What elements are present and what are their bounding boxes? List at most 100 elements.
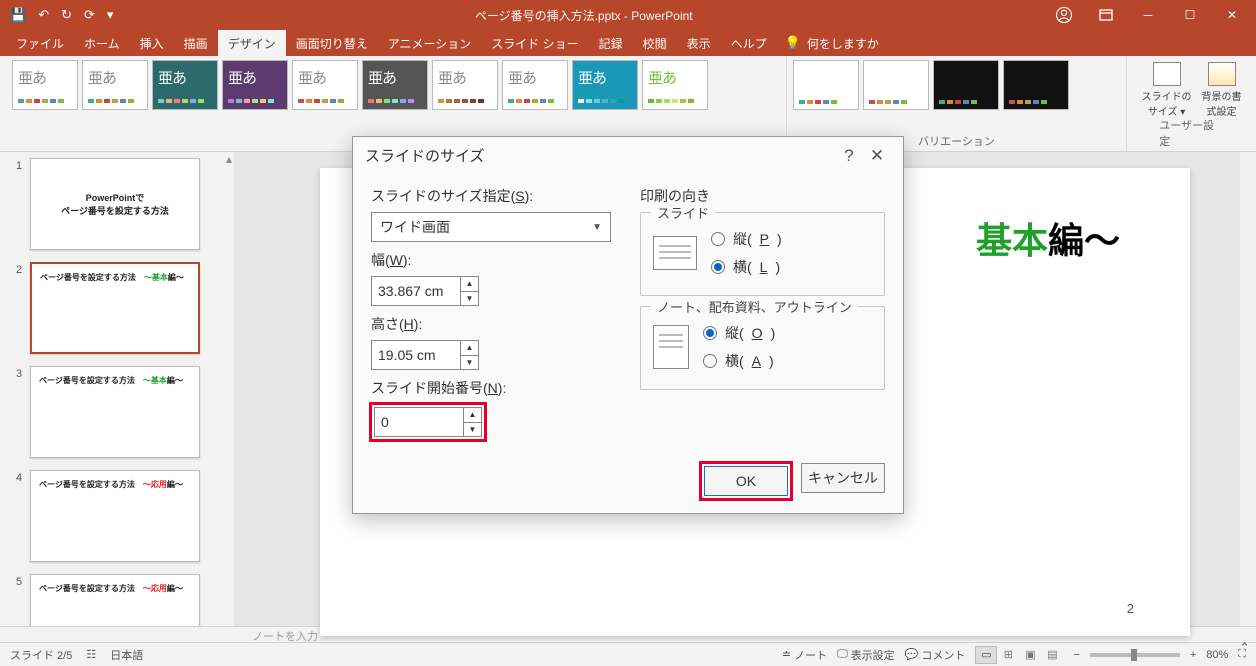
slide-thumbnail-panel: ▴ 1 PowerPointでページ番号を設定する方法 2 ページ番号を設定する…	[0, 152, 234, 626]
format-background-button[interactable]: 背景の書 式設定	[1202, 62, 1242, 118]
thumb-number: 5	[16, 574, 30, 588]
tell-me-label: 何をしますか	[807, 35, 879, 52]
spin-up-icon[interactable]: ▲	[461, 341, 478, 356]
tab-view[interactable]: 表示	[677, 30, 721, 57]
slide-thumbnail-4[interactable]: ページ番号を設定する方法 〜応用編〜	[30, 470, 200, 562]
slide-thumbnail-5[interactable]: ページ番号を設定する方法 〜応用編〜	[30, 574, 200, 626]
maximize-button[interactable]: ☐	[1170, 1, 1210, 29]
tab-home[interactable]: ホーム	[74, 30, 130, 57]
slide-page-number: 2	[1127, 601, 1134, 616]
dialog-close-button[interactable]: ✕	[863, 146, 891, 166]
tab-record[interactable]: 記録	[589, 30, 633, 57]
display-settings-button[interactable]: 🖵 表示設定	[837, 647, 895, 663]
theme-tile[interactable]: 亜あ	[152, 60, 218, 110]
variation-tile[interactable]	[793, 60, 859, 110]
slide-title-fragment: 基本編〜	[976, 212, 1120, 264]
collapse-ribbon-icon[interactable]: ⌃	[1239, 640, 1250, 656]
spin-down-icon[interactable]: ▼	[461, 292, 478, 306]
notes-button[interactable]: ≐ ノート	[782, 647, 827, 663]
ribbon-display-icon[interactable]	[1086, 1, 1126, 29]
tab-file[interactable]: ファイル	[6, 30, 74, 57]
tell-me[interactable]: 💡 何をしますか	[785, 35, 879, 52]
zoom-out-button[interactable]: −	[1073, 649, 1079, 661]
start-number-spinbox[interactable]: 0▲▼	[374, 407, 482, 437]
thumb-number: 4	[16, 470, 30, 484]
minimize-button[interactable]: ─	[1128, 1, 1168, 29]
size-combobox[interactable]: ワイド画面▼	[371, 212, 611, 242]
width-spinbox[interactable]: 33.867 cm▲▼	[371, 276, 479, 306]
slide-size-icon	[1153, 62, 1181, 86]
slide-group-label: スライド	[651, 203, 715, 222]
zoom-slider[interactable]	[1090, 653, 1180, 657]
window-title: ページ番号の挿入方法.pptx - PowerPoint	[123, 7, 1044, 24]
notes-portrait-radio[interactable]: 縦(O)	[703, 323, 775, 343]
cancel-button[interactable]: キャンセル	[801, 463, 885, 493]
window-controls: ─ ☐ ✕	[1044, 1, 1256, 29]
spin-down-icon[interactable]: ▼	[461, 356, 478, 370]
height-spinbox[interactable]: 19.05 cm▲▼	[371, 340, 479, 370]
slide-size-button[interactable]: スライドの サイズ ▾	[1142, 62, 1192, 118]
spin-down-icon[interactable]: ▼	[464, 423, 481, 437]
chevron-down-icon: ▼	[592, 222, 602, 233]
slide-thumbnail-3[interactable]: ページ番号を設定する方法 〜基本編〜	[30, 366, 200, 458]
tab-review[interactable]: 校閲	[633, 30, 677, 57]
zoom-in-button[interactable]: +	[1190, 649, 1196, 661]
theme-tile[interactable]: 亜あ	[292, 60, 358, 110]
vertical-scrollbar[interactable]	[1240, 152, 1256, 626]
redo-icon[interactable]: ↻	[61, 7, 72, 23]
user-settings-label: ユーザー設定	[1159, 117, 1224, 149]
height-label: 高さ(H):	[371, 314, 616, 334]
comments-button[interactable]: 💬 コメント	[905, 647, 966, 663]
theme-tile[interactable]: 亜あ	[362, 60, 428, 110]
theme-tile[interactable]: 亜あ	[642, 60, 708, 110]
tab-design[interactable]: デザイン	[218, 30, 286, 57]
slide-portrait-radio[interactable]: 縦(P)	[711, 229, 782, 249]
close-button[interactable]: ✕	[1212, 1, 1252, 29]
variation-tile[interactable]	[1003, 60, 1069, 110]
notes-group-label: ノート、配布資料、アウトライン	[651, 297, 858, 316]
variation-tile[interactable]	[933, 60, 999, 110]
theme-tile[interactable]: 亜あ	[432, 60, 498, 110]
scroll-up-icon[interactable]: ▴	[226, 152, 232, 166]
page-portrait-icon	[653, 325, 689, 369]
sorter-view-button[interactable]: ⊞	[997, 646, 1019, 664]
dialog-titlebar: スライドのサイズ ? ✕	[353, 137, 903, 174]
theme-tile[interactable]: 亜あ	[222, 60, 288, 110]
tab-transitions[interactable]: 画面切り替え	[286, 30, 378, 57]
normal-view-button[interactable]: ▭	[975, 646, 997, 664]
notes-landscape-radio[interactable]: 横(A)	[703, 351, 775, 371]
ok-button[interactable]: OK	[704, 466, 788, 496]
spin-up-icon[interactable]: ▲	[461, 277, 478, 292]
tab-animations[interactable]: アニメーション	[378, 30, 482, 57]
tab-draw[interactable]: 描画	[174, 30, 218, 57]
accessibility-icon[interactable]: ☷	[86, 648, 96, 661]
account-icon[interactable]	[1044, 1, 1084, 29]
tab-insert[interactable]: 挿入	[130, 30, 174, 57]
tab-slideshow[interactable]: スライド ショー	[481, 30, 588, 57]
undo-icon[interactable]: ↶	[38, 7, 49, 23]
slideshow-view-button[interactable]: ▤	[1041, 646, 1063, 664]
qat-more-icon[interactable]: ▾	[107, 7, 114, 23]
theme-tile[interactable]: 亜あ	[12, 60, 78, 110]
spin-up-icon[interactable]: ▲	[464, 408, 481, 423]
slide-orientation-group: スライド 縦(P) 横(L)	[640, 212, 885, 296]
dialog-left-column: スライドのサイズ指定(S): ワイド画面▼ 幅(W): 33.867 cm▲▼ …	[371, 178, 616, 440]
variation-tile[interactable]	[863, 60, 929, 110]
language-indicator[interactable]: 日本語	[110, 647, 143, 663]
ribbon-tabs: ファイル ホーム 挿入 描画 デザイン 画面切り替え アニメーション スライド …	[0, 30, 1256, 56]
tab-help[interactable]: ヘルプ	[721, 30, 777, 57]
slide-thumbnail-2[interactable]: ページ番号を設定する方法 〜基本編〜	[30, 262, 200, 354]
save-icon[interactable]: 💾	[10, 7, 26, 23]
thumb-number: 1	[16, 158, 30, 172]
zoom-level[interactable]: 80%	[1206, 649, 1228, 661]
slide-counter: スライド 2/5	[10, 647, 72, 663]
theme-tile[interactable]: 亜あ	[82, 60, 148, 110]
theme-tile[interactable]: 亜あ	[572, 60, 638, 110]
theme-tile[interactable]: 亜あ	[502, 60, 568, 110]
help-button[interactable]: ?	[835, 146, 863, 166]
refresh-icon[interactable]: ⟳	[84, 7, 95, 23]
slide-thumbnail-1[interactable]: PowerPointでページ番号を設定する方法	[30, 158, 200, 250]
variations-label: バリエーション	[918, 133, 995, 149]
slide-landscape-radio[interactable]: 横(L)	[711, 257, 782, 277]
reading-view-button[interactable]: ▣	[1019, 646, 1041, 664]
